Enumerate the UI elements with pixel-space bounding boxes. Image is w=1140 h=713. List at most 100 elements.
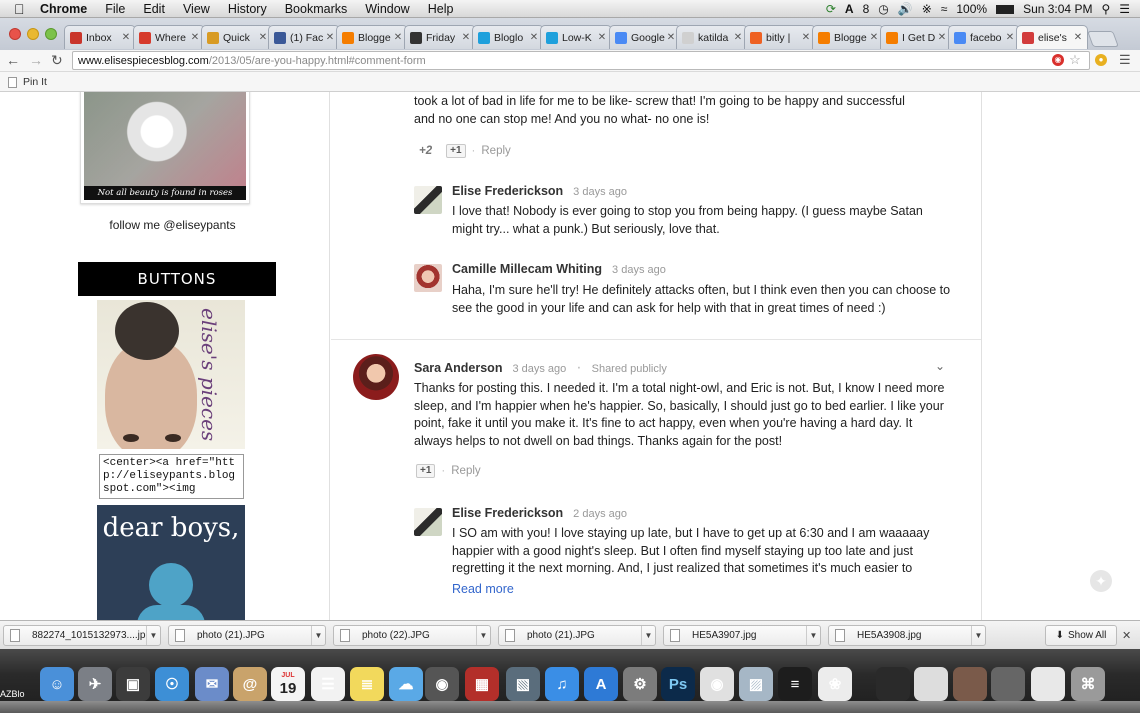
new-tab-button[interactable] (1087, 31, 1119, 47)
timestamp[interactable]: 2 days ago (573, 508, 627, 520)
download-menu-icon[interactable]: ▼ (971, 626, 985, 645)
launchpad-icon[interactable]: ✈ (78, 667, 112, 701)
read-more-link[interactable]: Read more (452, 582, 514, 596)
tab-close-icon[interactable]: ✕ (528, 32, 540, 43)
apple-icon[interactable]:  (14, 1, 36, 17)
button-code-textbox[interactable]: <center><a href="http://eliseypants.blog… (99, 454, 244, 499)
appstore-icon[interactable]: A (584, 667, 618, 701)
show-all-button[interactable]: ⬇ Show All (1045, 625, 1117, 646)
messages-icon[interactable]: ☁ (389, 667, 423, 701)
menu-edit[interactable]: Edit (143, 2, 165, 16)
avatar[interactable] (353, 354, 399, 400)
desktop-window-icon[interactable] (1031, 667, 1065, 701)
itunes-icon[interactable]: ♫ (545, 667, 579, 701)
adblock-icon[interactable]: ◉ (1052, 54, 1064, 66)
wifi-icon[interactable]: ≈ (941, 2, 948, 16)
notification-center-icon[interactable]: ☰ (1119, 2, 1130, 16)
time-machine-icon[interactable]: ◷ (878, 2, 888, 16)
tab-close-icon[interactable]: ✕ (1004, 32, 1016, 43)
window-minimize-button[interactable] (27, 28, 39, 40)
bookmark-pin-it[interactable]: Pin It (8, 76, 47, 88)
timestamp[interactable]: 3 days ago (512, 363, 566, 375)
window-close-button[interactable] (9, 28, 21, 40)
tab-close-icon[interactable]: ✕ (800, 32, 812, 43)
tab-close-icon[interactable]: ✕ (460, 32, 472, 43)
system-preferences-icon[interactable]: ⚙ (623, 667, 657, 701)
reply-link[interactable]: Reply (451, 465, 480, 477)
tab-where[interactable]: Where ✕ (133, 25, 205, 49)
tab-elise-s[interactable]: elise's ✕ (1016, 25, 1088, 49)
forward-icon[interactable]: → (29, 52, 43, 68)
tab-close-icon[interactable]: ✕ (732, 32, 744, 43)
menu-file[interactable]: File (105, 2, 125, 16)
close-icon[interactable]: ✕ (1122, 629, 1131, 642)
tab-close-icon[interactable]: ✕ (596, 32, 608, 43)
tab-close-icon[interactable]: ✕ (189, 32, 201, 43)
elises-pieces-button[interactable]: elise's pieces (97, 300, 245, 449)
download-menu-icon[interactable]: ▼ (311, 626, 325, 645)
contacts-icon[interactable]: @ (233, 667, 267, 701)
tab-bitly[interactable]: bitly | ✕ (744, 25, 816, 49)
timestamp[interactable]: 3 days ago (612, 264, 666, 276)
iphoto-icon[interactable]: ▧ (506, 667, 540, 701)
avatar[interactable] (414, 508, 442, 536)
timestamp[interactable]: 3 days ago (573, 186, 627, 198)
photo-window-icon[interactable] (953, 667, 987, 701)
reply-link[interactable]: Reply (481, 145, 510, 157)
tab-close-icon[interactable]: ✕ (1072, 32, 1084, 43)
volume-icon[interactable]: 🔊 (898, 2, 913, 16)
menu-icon[interactable]: ☰ (1119, 52, 1131, 68)
tab-blogge[interactable]: Blogge ✕ (336, 25, 408, 49)
menu-help[interactable]: Help (428, 2, 454, 16)
star-icon[interactable]: ☆ (1069, 53, 1081, 66)
dashboard-icon[interactable]: ▣ (116, 667, 150, 701)
safari-icon[interactable]: ☉ (155, 667, 189, 701)
reload-icon[interactable]: ↻ (51, 52, 63, 69)
download-menu-icon[interactable]: ▼ (476, 626, 490, 645)
download-item[interactable]: HE5A3908.jpg ▼ (828, 625, 986, 646)
tab-friday[interactable]: Friday ✕ (404, 25, 476, 49)
photobooth-icon[interactable]: ▦ (465, 667, 499, 701)
tab-close-icon[interactable]: ✕ (392, 32, 404, 43)
tab-close-icon[interactable]: ✕ (324, 32, 336, 43)
tab-close-icon[interactable]: ✕ (936, 32, 948, 43)
finder-icon[interactable]: ☺ (40, 667, 74, 701)
clock[interactable]: Sun 3:04 PM (1023, 2, 1092, 16)
sync-icon[interactable]: ⟳ (826, 2, 836, 16)
download-menu-icon[interactable]: ▼ (146, 626, 160, 645)
battery-icon[interactable] (996, 4, 1015, 14)
menu-view[interactable]: View (183, 2, 210, 16)
download-menu-icon[interactable]: ▼ (641, 626, 655, 645)
facetime-icon[interactable]: ◉ (425, 667, 459, 701)
tab-i-get-d[interactable]: I Get D ✕ (880, 25, 952, 49)
avatar[interactable] (414, 264, 442, 292)
menu-window[interactable]: Window (365, 2, 409, 16)
tab-facebo[interactable]: facebo ✕ (948, 25, 1020, 49)
desktop-window-icon[interactable] (914, 667, 948, 701)
picasa-icon[interactable]: ❀ (818, 667, 852, 701)
download-item[interactable]: HE5A3907.jpg ▼ (663, 625, 821, 646)
preview-icon[interactable]: ▨ (739, 667, 773, 701)
tab-close-icon[interactable]: ✕ (120, 32, 132, 43)
menu-bookmarks[interactable]: Bookmarks (285, 2, 348, 16)
author-name[interactable]: Elise Frederickson (452, 506, 563, 520)
download-item[interactable]: photo (21).JPG ▼ (498, 625, 656, 646)
tab-low-k[interactable]: Low-K ✕ (540, 25, 612, 49)
tab-katilda[interactable]: katilda ✕ (676, 25, 748, 49)
address-bar[interactable]: www.elisespiecesblog.com/2013/05/are-you… (72, 51, 1090, 70)
spotify-icon[interactable]: ≡ (778, 667, 812, 701)
download-item[interactable]: 882274_1015132973....jpg ▼ (3, 625, 161, 646)
spotlight-icon[interactable]: ⚲ (1101, 2, 1110, 16)
tab-blogge[interactable]: Blogge ✕ (812, 25, 884, 49)
dear-boys-button[interactable]: dear boys, (97, 505, 245, 620)
bluetooth-icon[interactable]: ※ (922, 2, 932, 16)
download-menu-icon[interactable]: ▼ (806, 626, 820, 645)
photoshop-icon[interactable]: Ps (661, 667, 695, 701)
plus-one-button[interactable]: +1 (416, 464, 436, 478)
tab-close-icon[interactable]: ✕ (868, 32, 880, 43)
author-name[interactable]: Elise Frederickson (452, 184, 563, 198)
reminders-icon[interactable]: ☰ (311, 667, 345, 701)
menu-app-chrome[interactable]: Chrome (40, 2, 87, 16)
calendar-icon[interactable]: JUL 19 (271, 667, 305, 701)
tab-1-fac[interactable]: (1) Fac ✕ (268, 25, 340, 49)
